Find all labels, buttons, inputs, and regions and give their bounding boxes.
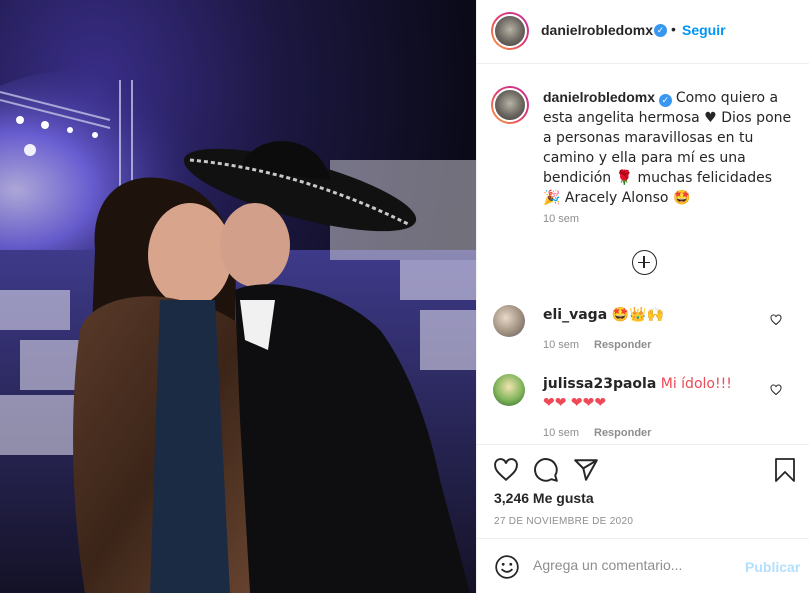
- post-side-panel: danielrobledomx ✓ • Seguir danielrobledo…: [476, 0, 809, 593]
- caption-username[interactable]: danielrobledomx: [543, 89, 655, 105]
- comment-body: julissa23paola Mi ídolo!!! ❤❤ ❤❤❤: [543, 375, 743, 413]
- heart-small-icon[interactable]: [770, 314, 782, 326]
- author-avatar[interactable]: [491, 12, 529, 50]
- photo-illustration: [0, 70, 476, 593]
- comment-text: 🤩👑🙌: [611, 307, 664, 323]
- share-icon[interactable]: [573, 457, 599, 483]
- reply-button[interactable]: Responder: [594, 339, 651, 351]
- likes-count[interactable]: 3,246 Me gusta: [494, 490, 594, 506]
- comment-time[interactable]: 10 sem: [543, 339, 579, 351]
- heart-small-icon[interactable]: [770, 384, 782, 396]
- caption-text: Como quiero a esta angelita hermosa ♥ Di…: [543, 90, 792, 206]
- separator-dot: •: [671, 21, 676, 37]
- follow-button[interactable]: Seguir: [682, 22, 726, 38]
- comment-username[interactable]: eli_vaga: [543, 307, 607, 323]
- post-caption: danielrobledomx ✓ Como quiero a esta ang…: [543, 88, 793, 208]
- emoji-icon[interactable]: [494, 554, 520, 580]
- like-icon[interactable]: [493, 457, 519, 483]
- author-username[interactable]: danielrobledomx: [541, 22, 653, 38]
- reply-button[interactable]: Responder: [594, 427, 651, 439]
- comment-username[interactable]: julissa23paola: [543, 376, 656, 392]
- comment-input[interactable]: [533, 557, 733, 573]
- commenter-avatar[interactable]: [493, 305, 525, 337]
- publish-button[interactable]: Publicar: [745, 559, 800, 575]
- comment-icon[interactable]: [533, 457, 559, 483]
- comment-body: eli_vaga 🤩👑🙌: [543, 306, 664, 325]
- verified-icon: ✓: [658, 94, 672, 107]
- post-photo[interactable]: [0, 0, 476, 593]
- caption-time[interactable]: 10 sem: [543, 213, 579, 225]
- more-comments-icon[interactable]: [632, 250, 657, 275]
- verified-icon: ✓: [654, 24, 667, 37]
- caption-avatar[interactable]: [491, 86, 529, 124]
- commenter-avatar[interactable]: [493, 374, 525, 406]
- comment-time[interactable]: 10 sem: [543, 427, 579, 439]
- actions-divider: [477, 444, 809, 445]
- post-date[interactable]: 27 DE NOVIEMBRE DE 2020: [494, 516, 633, 527]
- save-icon[interactable]: [773, 457, 797, 483]
- post-header: danielrobledomx ✓ • Seguir: [477, 0, 809, 64]
- add-comment-bar: Publicar: [477, 538, 809, 593]
